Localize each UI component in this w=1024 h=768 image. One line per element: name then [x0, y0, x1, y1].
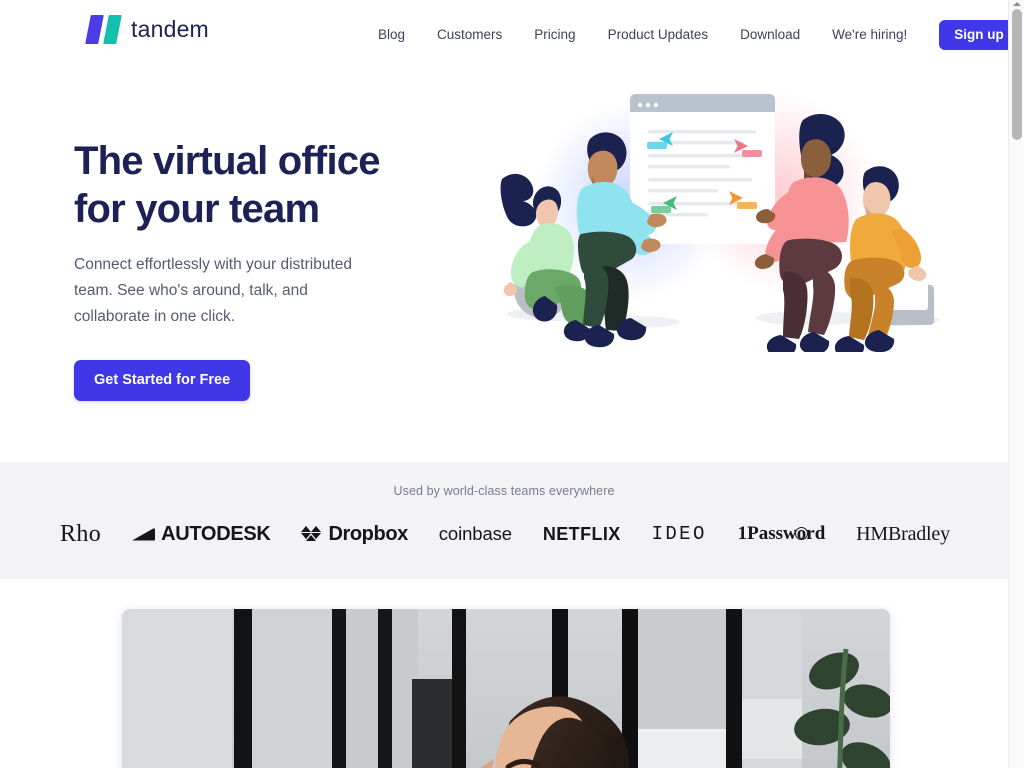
nav-link-blog[interactable]: Blog [370, 24, 421, 46]
customer-logo-coinbase: coinbase [438, 523, 512, 544]
onepassword-ringed-o: o [794, 523, 808, 545]
customer-logo-ideo: IDEO [651, 523, 707, 545]
customer-logo-netflix: NETFLIX [542, 523, 621, 544]
scrollbar-thumb[interactable] [1012, 9, 1022, 140]
site-header: tandem Blog Customers Pricing Product Up… [0, 0, 1008, 62]
customer-logo-dropbox: Dropbox [301, 522, 408, 546]
page-viewport: tandem Blog Customers Pricing Product Up… [0, 0, 1008, 768]
page-scrollbar[interactable] [1008, 0, 1024, 768]
onepassword-part-3: rd [806, 523, 826, 544]
nav-link-customers[interactable]: Customers [421, 24, 518, 46]
get-started-button[interactable]: Get Started for Free [74, 360, 251, 401]
brand-wordmark: tandem [131, 15, 209, 42]
tandem-logo-icon [85, 14, 122, 44]
brand-logo[interactable]: tandem [85, 14, 209, 44]
logo-bar-teal [103, 14, 122, 44]
dropbox-box-icon [301, 525, 322, 543]
hero-illustration [480, 82, 960, 352]
hero-title-line-1: The virtual office [74, 139, 380, 183]
customer-logo-autodesk: AUTODESK [132, 522, 271, 546]
sign-up-button[interactable]: Sign up [939, 20, 1008, 50]
nav-link-were-hiring[interactable]: We're hiring! [816, 24, 923, 46]
hero-subtitle: Connect effortlessly with your distribut… [74, 256, 352, 325]
scroll-up-arrow-icon[interactable] [1009, 0, 1024, 8]
hero-section: The virtual office for your team Connect… [0, 62, 1008, 462]
nav-link-pricing[interactable]: Pricing [518, 24, 591, 46]
dropbox-label: Dropbox [328, 522, 408, 545]
browser-page: tandem Blog Customers Pricing Product Up… [0, 0, 1024, 768]
customer-logo-1password: 1Passw o rd [738, 523, 826, 545]
hero-copy: The virtual office for your team Connect… [74, 137, 474, 401]
hero-title-line-2: for your team [74, 187, 320, 231]
feature-video-card[interactable] [122, 609, 890, 768]
customer-logo-hmbradley: HMBradley [856, 522, 950, 545]
autodesk-mark-icon [132, 527, 156, 541]
nav-link-product-updates[interactable]: Product Updates [592, 24, 725, 46]
social-proof-band: Used by world-class teams everywhere Rho… [0, 462, 1008, 579]
customer-logo-rho: Rho [60, 520, 102, 547]
onepassword-ring-icon [794, 527, 808, 540]
nav-link-download[interactable]: Download [724, 24, 816, 46]
main-navigation: Blog Customers Pricing Product Updates D… [370, 20, 1008, 50]
autodesk-label: AUTODESK [161, 522, 271, 545]
social-proof-caption: Used by world-class teams everywhere [393, 484, 615, 498]
logo-bar-indigo [85, 14, 104, 44]
page-title: The virtual office for your team [74, 137, 474, 233]
customer-logo-row: Rho AUTODESK Dropbox coinbase NETFLIX ID… [60, 514, 950, 554]
onepassword-part-1: 1Passw [737, 523, 797, 544]
